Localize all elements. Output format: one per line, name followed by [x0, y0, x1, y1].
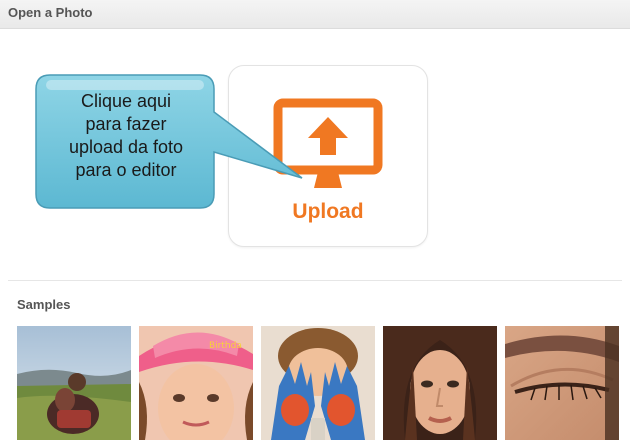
eye-closeup-photo: [505, 326, 619, 440]
callout-line: Clique aqui: [80, 91, 172, 111]
upload-label: Upload: [292, 200, 364, 223]
woman-portrait-photo: [383, 326, 497, 440]
sample-thumbnail-girl-on-hill[interactable]: [17, 326, 131, 440]
divider: [8, 280, 622, 281]
sample-thumbnail-woman-portrait[interactable]: [383, 326, 497, 440]
sample-thumbnail-girl-in-pink-hat[interactable]: Birthda: [139, 326, 253, 440]
callout-line: upload da foto: [68, 137, 184, 157]
callout-line: para fazer: [85, 114, 167, 134]
upload-button[interactable]: Upload: [228, 65, 428, 247]
header-bar: Open a Photo: [0, 0, 630, 29]
callout-text: Clique aqui para fazer upload da foto pa…: [40, 90, 212, 182]
monitor-upload-icon: [273, 98, 383, 188]
girl-in-pink-hat-photo: Birthda: [139, 326, 253, 440]
page-title: Open a Photo: [8, 5, 93, 20]
svg-text:Birthda: Birthda: [209, 341, 242, 351]
callout-line: para o editor: [75, 160, 177, 180]
sample-thumbnail-eye-closeup[interactable]: [505, 326, 619, 440]
samples-title: Samples: [17, 297, 71, 312]
painted-hands-child-photo: [261, 326, 375, 440]
sample-thumbnail-painted-hands[interactable]: [261, 326, 375, 440]
girl-on-hill-photo: [17, 326, 131, 440]
